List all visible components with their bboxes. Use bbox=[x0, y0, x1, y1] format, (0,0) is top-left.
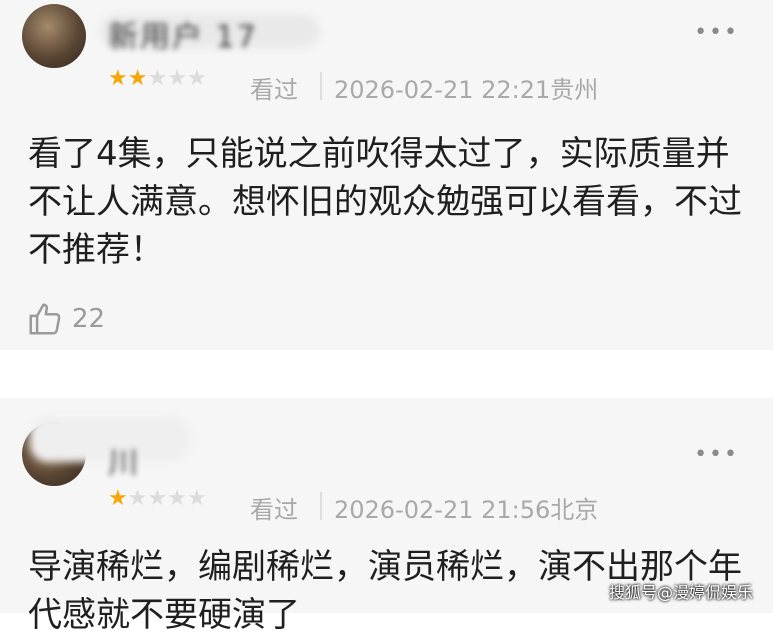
star-empty-icon: ★ bbox=[147, 486, 168, 511]
star-empty-icon: ★ bbox=[127, 486, 148, 511]
star-filled-icon: ★ bbox=[127, 66, 148, 91]
divider bbox=[320, 492, 322, 520]
comment-date: 2026-02-21 21:56 bbox=[334, 496, 551, 524]
comment-date: 2026-02-21 22:21 bbox=[334, 76, 551, 104]
like-button[interactable]: 22 bbox=[26, 300, 105, 338]
username[interactable]: 川 bbox=[108, 438, 140, 482]
star-empty-icon: ★ bbox=[186, 486, 207, 511]
comment-card: 新用户 17 ★★★★★ 看过 2026-02-21 22:21贵州 ••• 看… bbox=[0, 0, 773, 350]
thumbs-up-icon bbox=[29, 303, 61, 335]
watch-status: 看过 bbox=[250, 496, 298, 524]
like-count: 22 bbox=[72, 304, 106, 334]
star-filled-icon: ★ bbox=[108, 66, 128, 91]
comment-text: 看了4集，只能说之前吹得太过了，实际质量并不让人满意。想怀旧的观众勉强可以看看，… bbox=[28, 134, 742, 270]
watch-status: 看过 bbox=[250, 76, 298, 104]
username[interactable]: 新用户 17 bbox=[108, 12, 258, 56]
star-empty-icon: ★ bbox=[186, 66, 207, 91]
star-empty-icon: ★ bbox=[167, 66, 187, 91]
avatar[interactable] bbox=[22, 4, 86, 68]
star-filled-icon: ★ bbox=[108, 486, 128, 511]
star-rating: ★★★★★ bbox=[108, 66, 207, 91]
comment-meta: 2026-02-21 21:56北京 bbox=[334, 490, 598, 525]
comment-location: 贵州 bbox=[550, 76, 599, 104]
more-dots-icon[interactable]: ••• bbox=[694, 442, 739, 467]
divider bbox=[320, 72, 322, 100]
more-dots-icon[interactable]: ••• bbox=[694, 20, 739, 45]
star-empty-icon: ★ bbox=[147, 66, 168, 91]
watermark: 搜狐号@漫婷侃娱乐 bbox=[608, 583, 753, 602]
comment-location: 北京 bbox=[550, 496, 599, 524]
comment-card: 川 ★★★★★ 看过 2026-02-21 21:56北京 ••• 导演稀烂，编… bbox=[0, 398, 773, 635]
star-rating: ★★★★★ bbox=[108, 486, 207, 511]
comment-meta: 2026-02-21 22:21贵州 bbox=[334, 70, 598, 105]
star-empty-icon: ★ bbox=[167, 486, 187, 511]
